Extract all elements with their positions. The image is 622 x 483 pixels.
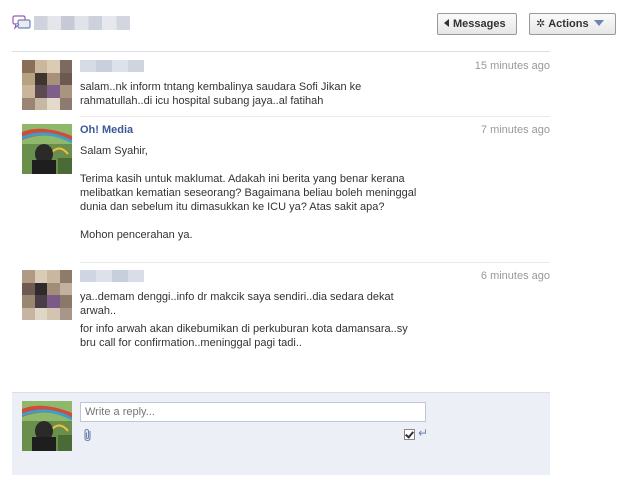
gear-icon: ✲ bbox=[536, 18, 546, 30]
actions-button[interactable]: ✲ Actions bbox=[529, 13, 616, 35]
avatar[interactable] bbox=[22, 401, 72, 451]
message-body: Salam Syahir, Terima kasih untuk makluma… bbox=[80, 144, 420, 242]
message-separator bbox=[80, 262, 550, 263]
messages-icon bbox=[12, 15, 31, 30]
messages-button-label: Messages bbox=[453, 18, 506, 30]
recipient-name-blurred bbox=[34, 16, 130, 30]
message-item: Oh! Media 7 minutes ago Salam Syahir, Te… bbox=[12, 120, 550, 263]
message-text: for info arwah akan dikebumikan di perku… bbox=[80, 323, 411, 349]
attach-icon[interactable] bbox=[82, 428, 94, 442]
message-separator bbox=[80, 116, 550, 117]
avatar[interactable] bbox=[22, 60, 72, 110]
enter-to-send-checkbox[interactable] bbox=[404, 429, 415, 440]
message-item: 6 minutes ago ya..demam denggi..info dr … bbox=[12, 266, 550, 356]
reply-composer: ↵ bbox=[12, 392, 550, 475]
message-item: 15 minutes ago salam..nk inform tntang k… bbox=[12, 56, 550, 117]
reply-input[interactable] bbox=[80, 402, 426, 422]
message-body: salam..nk inform tntang kembalinya sauda… bbox=[80, 80, 420, 108]
message-text: Mohon pencerahan ya. bbox=[80, 229, 193, 241]
header-divider bbox=[12, 51, 550, 52]
message-text: Terima kasih untuk maklumat. Adakah ini … bbox=[80, 173, 420, 213]
dropdown-arrow-icon bbox=[593, 20, 604, 26]
avatar[interactable] bbox=[22, 270, 72, 320]
actions-button-label: Actions bbox=[548, 18, 589, 30]
message-text: ya..demam denggi..info dr makcik saya se… bbox=[80, 291, 397, 317]
avatar[interactable] bbox=[22, 124, 72, 174]
message-text: Salam Syahir, bbox=[80, 145, 148, 157]
thread-header: Messages ✲ Actions bbox=[0, 0, 622, 52]
sender-name-blurred[interactable] bbox=[80, 60, 144, 72]
message-text: salam..nk inform tntang kembalinya sauda… bbox=[80, 81, 365, 107]
messages-button[interactable]: Messages bbox=[437, 13, 517, 35]
sender-name[interactable]: Oh! Media bbox=[80, 124, 133, 136]
back-arrow-icon bbox=[444, 19, 449, 27]
sender-name-blurred[interactable] bbox=[80, 270, 144, 282]
message-timestamp: 7 minutes ago bbox=[480, 124, 550, 136]
message-timestamp: 6 minutes ago bbox=[480, 270, 550, 282]
message-timestamp: 15 minutes ago bbox=[474, 60, 550, 72]
message-body: ya..demam denggi..info dr makcik saya se… bbox=[80, 290, 420, 350]
enter-icon: ↵ bbox=[418, 426, 429, 440]
